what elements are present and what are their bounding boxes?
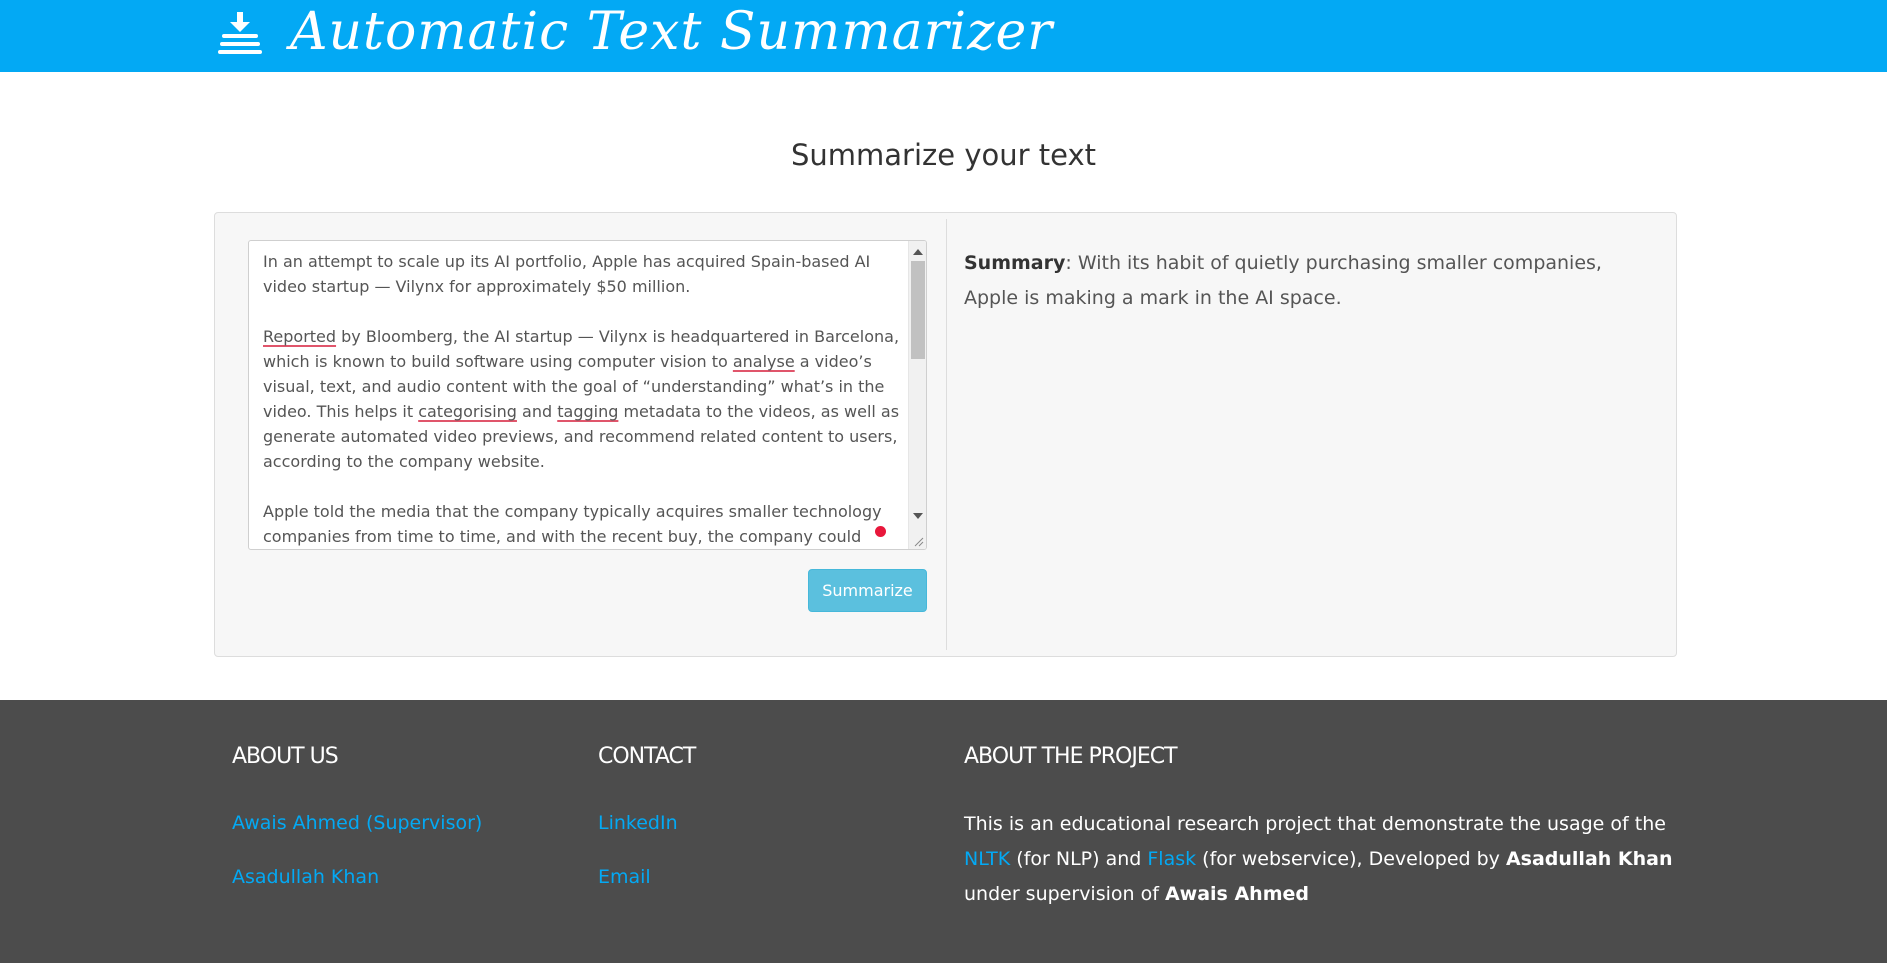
link-asadullah-khan[interactable]: Asadullah Khan	[232, 866, 379, 888]
footer-heading-about-project: ABOUT THE PROJECT	[964, 744, 1178, 769]
spellcheck-word: analyse	[732, 352, 795, 371]
summarize-logo-icon	[218, 12, 262, 54]
supervisor-name: Awais Ahmed	[1164, 883, 1309, 905]
scrollbar-thumb[interactable]	[911, 261, 925, 359]
input-paragraph: In an attempt to scale up its AI portfol…	[263, 252, 871, 296]
link-awais-ahmed[interactable]: Awais Ahmed (Supervisor)	[232, 812, 482, 834]
summary-label: Summary	[964, 252, 1066, 274]
footer-heading-about-us: ABOUT US	[232, 744, 339, 769]
link-linkedin[interactable]: LinkedIn	[598, 812, 678, 834]
page-title: Summarize your text	[791, 138, 1096, 172]
input-paragraph: Reported by Bloomberg, the AI startup — …	[263, 327, 900, 471]
input-paragraph: Apple told the media that the company ty…	[263, 502, 882, 546]
resize-handle-icon[interactable]	[912, 535, 924, 547]
input-text-area[interactable]: In an attempt to scale up its AI portfol…	[248, 240, 927, 550]
extension-indicator-dot	[875, 526, 886, 537]
link-nltk[interactable]: NLTK	[964, 848, 1010, 870]
footer: ABOUT US Awais Ahmed (Supervisor) Asadul…	[0, 700, 1887, 963]
spellcheck-word: categorising	[418, 402, 517, 421]
spellcheck-word: Reported	[263, 327, 337, 346]
about-project-text: This is an educational research project …	[964, 813, 1673, 905]
summary-output: Summary: With its habit of quietly purch…	[964, 252, 1602, 309]
input-text-content[interactable]: In an attempt to scale up its AI portfol…	[263, 249, 903, 549]
link-flask[interactable]: Flask	[1147, 848, 1196, 870]
summarize-button[interactable]: Summarize	[808, 569, 927, 612]
developer-name: Asadullah Khan	[1505, 848, 1673, 870]
summarizer-panel: In an attempt to scale up its AI portfol…	[214, 212, 1677, 657]
textarea-scrollbar[interactable]	[908, 241, 926, 549]
spellcheck-word: tagging	[557, 402, 619, 421]
top-header-bar: Automatic Text Summarizer	[0, 0, 1887, 72]
app-title: Automatic Text Summarizer	[290, 2, 1054, 62]
panel-divider	[946, 219, 947, 650]
footer-heading-contact: CONTACT	[598, 744, 696, 769]
scroll-up-arrow-icon[interactable]	[913, 249, 923, 255]
link-email[interactable]: Email	[598, 866, 651, 888]
scroll-down-arrow-icon[interactable]	[913, 513, 923, 519]
